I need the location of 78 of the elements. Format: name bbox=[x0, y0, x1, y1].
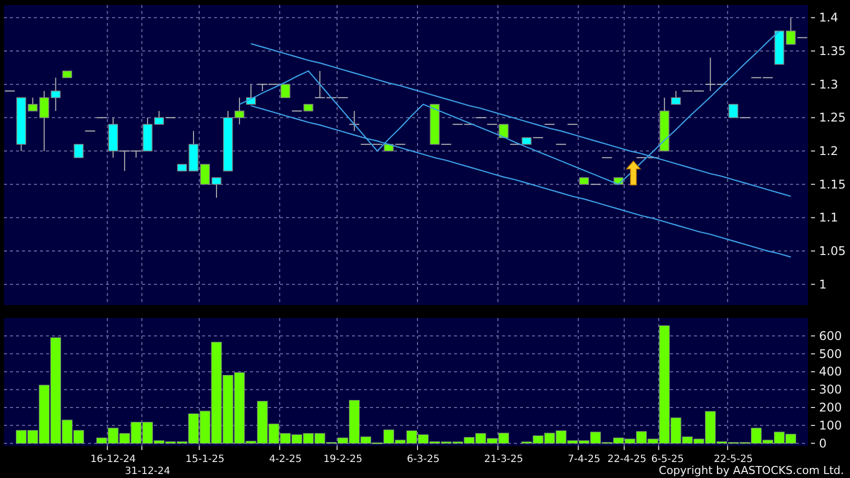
axis-tick bbox=[810, 84, 816, 85]
axis-tick bbox=[658, 446, 660, 450]
axis-tick bbox=[810, 353, 816, 354]
candlestick bbox=[660, 97, 670, 152]
candlestick bbox=[544, 124, 556, 125]
x-axis-label: 31-12-24 bbox=[124, 466, 170, 477]
y-axis-label: 500 bbox=[819, 346, 842, 361]
axis-tick bbox=[810, 50, 816, 52]
volume-bar bbox=[292, 434, 302, 444]
candlestick bbox=[774, 30, 784, 65]
y-axis-label: 1.3 bbox=[819, 77, 838, 92]
axis-tick bbox=[416, 446, 418, 450]
axis-tick bbox=[727, 446, 728, 450]
axis-tick bbox=[810, 250, 816, 252]
candlestick bbox=[74, 144, 84, 158]
x-axis-label: 6-5-25 bbox=[651, 454, 684, 465]
volume-bar bbox=[785, 434, 796, 444]
volume-bar bbox=[16, 430, 27, 444]
axis-tick bbox=[810, 17, 816, 18]
x-axis-label: 21-3-25 bbox=[484, 454, 524, 465]
y-axis-label: 1.2 bbox=[819, 144, 838, 158]
axis-tick bbox=[810, 442, 816, 444]
y-axis-label: 300 bbox=[819, 382, 842, 397]
axis-tick bbox=[810, 284, 816, 285]
axis-tick bbox=[810, 371, 816, 372]
volume-bar bbox=[303, 433, 314, 444]
axis-tick bbox=[810, 407, 816, 408]
y-axis-label: 600 bbox=[819, 328, 842, 343]
candlestick bbox=[188, 130, 198, 172]
candlestick bbox=[223, 110, 233, 172]
axis-tick bbox=[810, 424, 816, 426]
x-axis-label: 15-1-25 bbox=[185, 454, 225, 465]
axis-tick bbox=[578, 446, 579, 450]
y-axis-label: 1.1 bbox=[819, 210, 838, 225]
copyright-text: Copyright by AASTOCKS.com Ltd. bbox=[658, 464, 844, 477]
x-axis-label: 19-2-25 bbox=[323, 454, 362, 465]
axis-tick bbox=[497, 446, 498, 450]
candlestick bbox=[475, 117, 486, 118]
x-axis-label: 6-3-25 bbox=[406, 454, 440, 465]
candlestick bbox=[348, 110, 360, 132]
axis-tick bbox=[624, 446, 625, 450]
x-axis-label: 7-4-25 bbox=[568, 454, 600, 465]
axis-tick bbox=[810, 335, 816, 336]
axis-tick bbox=[810, 117, 816, 118]
candlestick bbox=[212, 177, 222, 198]
y-axis-label: 1.35 bbox=[819, 44, 846, 58]
x-axis-label: 22-4-25 bbox=[607, 454, 646, 465]
axis-tick bbox=[198, 446, 200, 450]
candlestick bbox=[4, 90, 16, 92]
x-axis-label: 16-12-24 bbox=[90, 454, 136, 465]
y-axis-label: 400 bbox=[819, 364, 842, 379]
y-axis-label: 0 bbox=[819, 436, 827, 450]
candlestick bbox=[602, 157, 612, 158]
candlestick bbox=[200, 164, 210, 185]
y-axis-label: 100 bbox=[819, 418, 842, 432]
axis-tick bbox=[279, 446, 280, 450]
axis-tick bbox=[141, 446, 142, 450]
y-axis-label: 1.4 bbox=[819, 10, 838, 25]
axis-tick bbox=[810, 150, 816, 152]
y-axis-label: 1.05 bbox=[819, 244, 846, 258]
arrow-marker bbox=[626, 160, 642, 186]
y-axis-label: 1.15 bbox=[819, 177, 846, 192]
axis-tick bbox=[810, 389, 816, 390]
candlestick bbox=[177, 164, 187, 172]
axis-tick bbox=[336, 446, 338, 450]
y-axis-label: 1.25 bbox=[819, 110, 846, 125]
y-axis-label: 200 bbox=[819, 400, 842, 414]
candlestick bbox=[567, 124, 578, 125]
axis-tick bbox=[810, 217, 816, 218]
y-axis-label: 1 bbox=[819, 277, 827, 292]
axis-tick bbox=[106, 446, 108, 450]
x-axis-label: 22-5-25 bbox=[714, 454, 753, 465]
candlestick bbox=[556, 144, 567, 145]
axis-tick bbox=[810, 184, 816, 185]
candlestick bbox=[84, 130, 96, 132]
x-axis-label: 4-2-25 bbox=[269, 454, 302, 465]
volume-bar bbox=[544, 432, 555, 444]
candlestick bbox=[234, 97, 244, 125]
